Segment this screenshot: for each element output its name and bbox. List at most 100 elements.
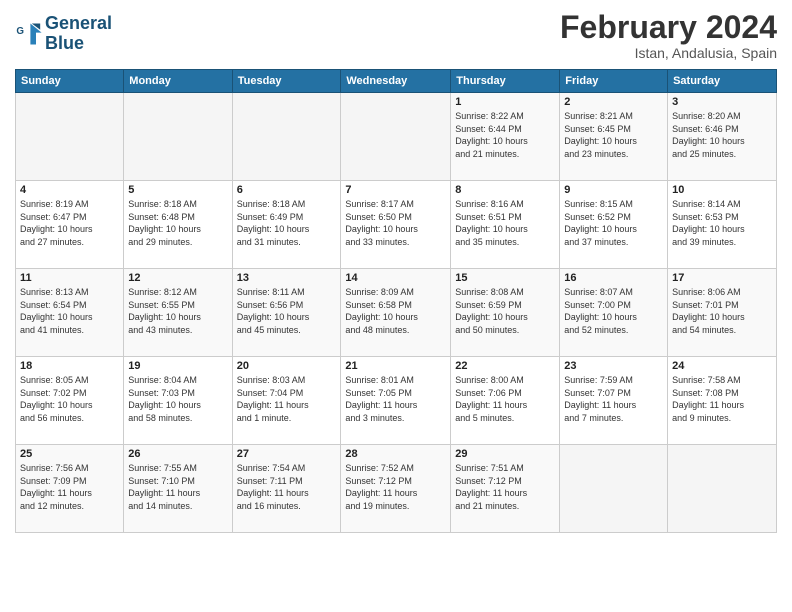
location-subtitle: Istan, Andalusia, Spain [560, 45, 777, 61]
day-info: Sunrise: 8:11 AM Sunset: 6:56 PM Dayligh… [237, 286, 337, 336]
calendar-cell: 29 Sunrise: 7:51 AM Sunset: 7:12 PM Dayli… [451, 445, 560, 533]
svg-text:G: G [16, 26, 24, 37]
calendar-cell: 17Sunrise: 8:06 AM Sunset: 7:01 PM Dayli… [668, 269, 777, 357]
calendar-cell: 26 Sunrise: 7:55 AM Sunset: 7:10 PM Dayli… [124, 445, 232, 533]
day-info: Sunrise: 8:20 AM Sunset: 6:46 PM Dayligh… [672, 110, 772, 160]
day-number: 4 [20, 184, 119, 196]
day-info: Sunrise: 8:16 AM Sunset: 6:51 PM Dayligh… [455, 198, 555, 248]
day-number: 22 [455, 360, 555, 372]
day-number: 21 [345, 360, 446, 372]
calendar-header: Sunday Monday Tuesday Wednesday Thursday… [16, 70, 777, 93]
title-block: February 2024 Istan, Andalusia, Spain [560, 10, 777, 61]
col-tuesday: Tuesday [232, 70, 341, 93]
calendar-cell: 9Sunrise: 8:15 AM Sunset: 6:52 PM Daylig… [560, 181, 668, 269]
day-number: 29 [455, 448, 555, 460]
calendar-cell: 19Sunrise: 8:04 AM Sunset: 7:03 PM Dayli… [124, 357, 232, 445]
page-container: G General Blue February 2024 Istan, Anda… [0, 0, 792, 538]
day-info: Sunrise: 8:09 AM Sunset: 6:58 PM Dayligh… [345, 286, 446, 336]
day-number: 24 [672, 360, 772, 372]
col-thursday: Thursday [451, 70, 560, 93]
col-wednesday: Wednesday [341, 70, 451, 93]
calendar-cell: 18 Sunrise: 8:05 AM Sunset: 7:02 PM Dayli… [16, 357, 124, 445]
calendar-cell: 4 Sunrise: 8:19 AM Sunset: 6:47 PM Daylig… [16, 181, 124, 269]
day-info: Sunrise: 8:08 AM Sunset: 6:59 PM Dayligh… [455, 286, 555, 336]
calendar-week-3: 11 Sunrise: 8:13 AM Sunset: 6:54 PM Dayli… [16, 269, 777, 357]
day-number: 25 [20, 448, 119, 460]
day-number: 7 [345, 184, 446, 196]
calendar-week-1: 1 Sunrise: 8:22 AM Sunset: 6:44 PM Daylig… [16, 93, 777, 181]
col-friday: Friday [560, 70, 668, 93]
day-info: Sunrise: 8:19 AM Sunset: 6:47 PM Dayligh… [20, 198, 119, 248]
day-info: Sunrise: 8:00 AM Sunset: 7:06 PM Dayligh… [455, 374, 555, 424]
day-info: Sunrise: 8:21 AM Sunset: 6:45 PM Dayligh… [564, 110, 663, 160]
calendar-cell: 6 Sunrise: 8:18 AM Sunset: 6:49 PM Daylig… [232, 181, 341, 269]
calendar-body: 1 Sunrise: 8:22 AM Sunset: 6:44 PM Daylig… [16, 93, 777, 533]
calendar-week-2: 4 Sunrise: 8:19 AM Sunset: 6:47 PM Daylig… [16, 181, 777, 269]
col-monday: Monday [124, 70, 232, 93]
day-info: Sunrise: 8:01 AM Sunset: 7:05 PM Dayligh… [345, 374, 446, 424]
day-info: Sunrise: 8:12 AM Sunset: 6:55 PM Dayligh… [128, 286, 227, 336]
calendar-cell [124, 93, 232, 181]
col-sunday: Sunday [16, 70, 124, 93]
day-info: Sunrise: 8:22 AM Sunset: 6:44 PM Dayligh… [455, 110, 555, 160]
day-number: 26 [128, 448, 227, 460]
calendar-cell: 13 Sunrise: 8:11 AM Sunset: 6:56 PM Dayli… [232, 269, 341, 357]
day-info: Sunrise: 7:51 AM Sunset: 7:12 PM Dayligh… [455, 462, 555, 512]
calendar-cell [232, 93, 341, 181]
day-number: 27 [237, 448, 337, 460]
logo-icon: G [15, 20, 43, 48]
calendar-cell: 24Sunrise: 7:58 AM Sunset: 7:08 PM Dayli… [668, 357, 777, 445]
calendar-cell: 27 Sunrise: 7:54 AM Sunset: 7:11 PM Dayli… [232, 445, 341, 533]
logo-line1: General [45, 14, 112, 34]
day-number: 18 [20, 360, 119, 372]
day-number: 16 [564, 272, 663, 284]
day-info: Sunrise: 8:14 AM Sunset: 6:53 PM Dayligh… [672, 198, 772, 248]
day-info: Sunrise: 7:55 AM Sunset: 7:10 PM Dayligh… [128, 462, 227, 512]
calendar-cell: 2 Sunrise: 8:21 AM Sunset: 6:45 PM Daylig… [560, 93, 668, 181]
calendar-cell: 11 Sunrise: 8:13 AM Sunset: 6:54 PM Dayli… [16, 269, 124, 357]
day-info: Sunrise: 7:56 AM Sunset: 7:09 PM Dayligh… [20, 462, 119, 512]
calendar-cell: 3 Sunrise: 8:20 AM Sunset: 6:46 PM Daylig… [668, 93, 777, 181]
header-row-days: Sunday Monday Tuesday Wednesday Thursday… [16, 70, 777, 93]
calendar-week-4: 18 Sunrise: 8:05 AM Sunset: 7:02 PM Dayli… [16, 357, 777, 445]
calendar-week-5: 25 Sunrise: 7:56 AM Sunset: 7:09 PM Dayli… [16, 445, 777, 533]
day-number: 10 [672, 184, 772, 196]
day-number: 3 [672, 96, 772, 108]
calendar-cell: 10 Sunrise: 8:14 AM Sunset: 6:53 PM Dayli… [668, 181, 777, 269]
day-number: 23 [564, 360, 663, 372]
day-number: 15 [455, 272, 555, 284]
header-row: G General Blue February 2024 Istan, Anda… [15, 10, 777, 61]
day-number: 13 [237, 272, 337, 284]
calendar-cell: 23 Sunrise: 7:59 AM Sunset: 7:07 PM Dayli… [560, 357, 668, 445]
day-number: 11 [20, 272, 119, 284]
day-info: Sunrise: 8:05 AM Sunset: 7:02 PM Dayligh… [20, 374, 119, 424]
calendar-cell [16, 93, 124, 181]
calendar-cell: 28Sunrise: 7:52 AM Sunset: 7:12 PM Dayli… [341, 445, 451, 533]
calendar-cell: 22 Sunrise: 8:00 AM Sunset: 7:06 PM Dayli… [451, 357, 560, 445]
day-number: 12 [128, 272, 227, 284]
day-info: Sunrise: 8:18 AM Sunset: 6:49 PM Dayligh… [237, 198, 337, 248]
day-info: Sunrise: 7:52 AM Sunset: 7:12 PM Dayligh… [345, 462, 446, 512]
day-number: 1 [455, 96, 555, 108]
calendar-cell: 16 Sunrise: 8:07 AM Sunset: 7:00 PM Dayli… [560, 269, 668, 357]
calendar-table: Sunday Monday Tuesday Wednesday Thursday… [15, 69, 777, 533]
calendar-cell: 7 Sunrise: 8:17 AM Sunset: 6:50 PM Daylig… [341, 181, 451, 269]
day-info: Sunrise: 8:13 AM Sunset: 6:54 PM Dayligh… [20, 286, 119, 336]
day-number: 2 [564, 96, 663, 108]
day-number: 19 [128, 360, 227, 372]
day-info: Sunrise: 8:18 AM Sunset: 6:48 PM Dayligh… [128, 198, 227, 248]
day-number: 6 [237, 184, 337, 196]
col-saturday: Saturday [668, 70, 777, 93]
day-info: Sunrise: 8:07 AM Sunset: 7:00 PM Dayligh… [564, 286, 663, 336]
calendar-cell [341, 93, 451, 181]
day-info: Sunrise: 7:54 AM Sunset: 7:11 PM Dayligh… [237, 462, 337, 512]
day-info: Sunrise: 7:59 AM Sunset: 7:07 PM Dayligh… [564, 374, 663, 424]
logo: G General Blue [15, 14, 112, 54]
calendar-cell [560, 445, 668, 533]
calendar-cell: 21 Sunrise: 8:01 AM Sunset: 7:05 PM Dayli… [341, 357, 451, 445]
calendar-cell: 12 Sunrise: 8:12 AM Sunset: 6:55 PM Dayli… [124, 269, 232, 357]
month-title: February 2024 [560, 10, 777, 45]
calendar-cell: 8Sunrise: 8:16 AM Sunset: 6:51 PM Daylig… [451, 181, 560, 269]
day-info: Sunrise: 8:17 AM Sunset: 6:50 PM Dayligh… [345, 198, 446, 248]
day-number: 9 [564, 184, 663, 196]
